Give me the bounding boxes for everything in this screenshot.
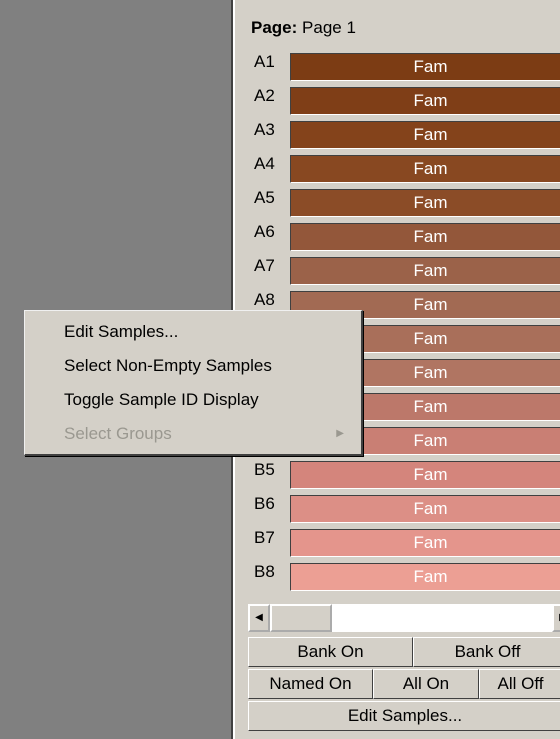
scroll-thumb[interactable]	[270, 604, 332, 632]
sample-row: A1 Fam	[248, 50, 560, 81]
sample-row: B5 Fam	[248, 458, 560, 489]
sample-row: A4 Fam	[248, 152, 560, 183]
sample-row-bar[interactable]: Fam	[290, 495, 560, 523]
scroll-right-icon[interactable]: ▶	[552, 604, 560, 632]
horizontal-scrollbar[interactable]: ◀ ▶	[248, 604, 560, 632]
page-label: Page:	[251, 18, 298, 37]
sample-row-bar[interactable]: Fam	[290, 155, 560, 183]
sample-row-id: A2	[254, 86, 275, 105]
sample-row: A7 Fam	[248, 254, 560, 285]
named-on-button[interactable]: Named On	[248, 669, 373, 699]
sample-row-bar[interactable]: Fam	[290, 121, 560, 149]
sample-row-bar[interactable]: Fam	[290, 461, 560, 489]
menu-item-select-non-empty[interactable]: Select Non-Empty Samples	[27, 351, 358, 381]
chevron-right-icon: ▶	[336, 428, 344, 439]
page-header: Page: Page 1	[251, 18, 356, 38]
menu-item-select-groups: Select Groups ▶	[27, 419, 358, 449]
menu-item-edit-samples[interactable]: Edit Samples...	[27, 317, 358, 347]
context-menu: Edit Samples... Select Non-Empty Samples…	[24, 310, 363, 456]
sample-row-bar[interactable]: Fam	[290, 87, 560, 115]
sample-row-id: B8	[254, 562, 275, 581]
sample-row: B6 Fam	[248, 492, 560, 523]
select-groups-label: Select Groups	[64, 424, 172, 443]
sample-row: A3 Fam	[248, 118, 560, 149]
sample-row-id: A1	[254, 52, 275, 71]
all-off-button[interactable]: All Off	[479, 669, 560, 699]
sample-row: B7 Fam	[248, 526, 560, 557]
page-value: Page 1	[302, 18, 356, 37]
bank-on-button[interactable]: Bank On	[248, 637, 413, 667]
bank-off-button[interactable]: Bank Off	[413, 637, 560, 667]
sample-row-id: A5	[254, 188, 275, 207]
all-on-button[interactable]: All On	[373, 669, 479, 699]
scroll-left-icon[interactable]: ◀	[248, 604, 270, 632]
edit-samples-button[interactable]: Edit Samples...	[248, 701, 560, 731]
sample-row-bar[interactable]: Fam	[290, 223, 560, 251]
sample-row-bar[interactable]: Fam	[290, 529, 560, 557]
sample-row-bar[interactable]: Fam	[290, 563, 560, 591]
sample-row-id: A7	[254, 256, 275, 275]
sample-row-id: B5	[254, 460, 275, 479]
sample-row-id: A4	[254, 154, 275, 173]
sample-row: B8 Fam	[248, 560, 560, 591]
sample-row-id: A3	[254, 120, 275, 139]
menu-item-toggle-sample-id[interactable]: Toggle Sample ID Display	[27, 385, 358, 415]
sample-row-id: B7	[254, 528, 275, 547]
sample-row: A6 Fam	[248, 220, 560, 251]
sample-row: A2 Fam	[248, 84, 560, 115]
sample-row-id: B6	[254, 494, 275, 513]
sample-row-bar[interactable]: Fam	[290, 257, 560, 285]
sample-row-bar[interactable]: Fam	[290, 53, 560, 81]
sample-row-id: A6	[254, 222, 275, 241]
sample-row-bar[interactable]: Fam	[290, 189, 560, 217]
sample-row: A5 Fam	[248, 186, 560, 217]
scroll-track[interactable]	[332, 604, 552, 632]
